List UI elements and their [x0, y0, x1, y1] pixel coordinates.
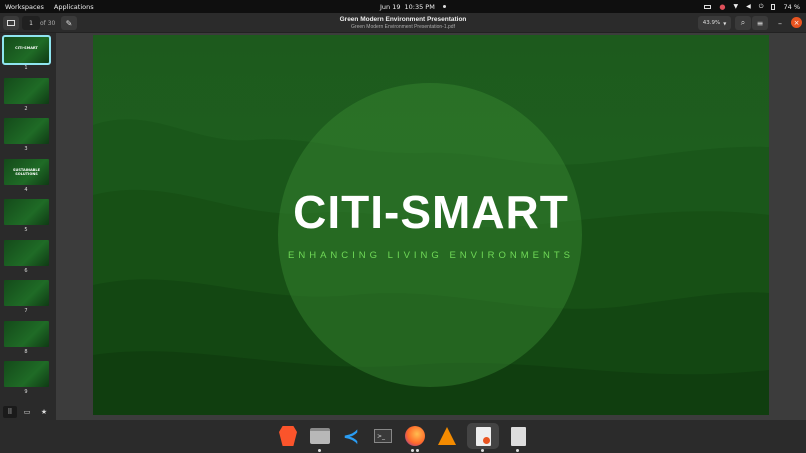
notification-dot-icon	[442, 5, 446, 8]
hamburger-icon: ≡	[756, 18, 764, 28]
firefox-icon	[405, 426, 425, 446]
system-top-bar: Workspaces Applications Jun 19 10:35 PM …	[0, 0, 806, 13]
text-document-icon	[510, 426, 526, 446]
page-thumbnail[interactable]	[4, 320, 49, 347]
power-icon[interactable]: ⏻	[759, 3, 764, 11]
dock-brave[interactable]	[275, 423, 301, 449]
thumbnail-image	[4, 361, 49, 387]
page-thumbnail[interactable]	[4, 199, 49, 225]
thumbnail-page-number: 4	[24, 186, 28, 193]
thumbnail-page-number: 1	[24, 65, 28, 71]
thumbnail-page-number: 6	[24, 267, 28, 274]
recording-icon[interactable]: ●	[719, 3, 725, 11]
slide-page: CITI-SMART ENHANCING LIVING ENVIRONMENTS	[93, 35, 769, 415]
page-thumbnail[interactable]	[4, 239, 49, 266]
thumbnail-image	[4, 320, 49, 347]
minimize-icon: –	[778, 18, 782, 28]
thumbnail-page-number: 3	[24, 146, 28, 152]
running-indicator	[416, 449, 419, 452]
thumbnail-image	[4, 37, 49, 63]
files-icon	[310, 428, 330, 444]
thumbnail-label: SUSTAINABLE SOLUTIONS	[13, 167, 40, 176]
battery-percent: 74 %	[783, 2, 800, 11]
thumbnail-page-number: 2	[24, 105, 28, 112]
close-icon: ×	[793, 18, 800, 27]
page-thumbnail[interactable]	[4, 361, 49, 387]
document-viewer-icon	[475, 426, 491, 446]
page-thumbnail[interactable]: SUSTAINABLE SOLUTIONS	[4, 158, 49, 185]
running-indicator	[411, 449, 414, 452]
dock: ≺ >_	[0, 420, 806, 453]
workspaces-button[interactable]: Workspaces	[5, 3, 44, 11]
time-label: 10:35 PM	[404, 2, 435, 11]
thumbnail-page-number: 9	[24, 389, 28, 395]
brave-browser-icon	[279, 426, 297, 446]
page-thumbnail[interactable]: CITI-SMART	[2, 35, 51, 65]
thumbnail-image	[4, 199, 49, 225]
page-thumbnail[interactable]	[4, 118, 49, 144]
battery-icon[interactable]	[771, 3, 776, 10]
search-icon: ⌕	[740, 18, 746, 27]
running-indicator	[318, 449, 321, 452]
dock-document-viewer[interactable]	[467, 423, 499, 449]
thumbnail-image	[4, 280, 49, 306]
volume-icon[interactable]: ◀	[746, 3, 751, 10]
bookmarks-view-icon[interactable]: ★	[37, 406, 51, 418]
running-indicator	[481, 449, 484, 452]
dock-vscode[interactable]: ≺	[338, 423, 364, 449]
page-thumbnail[interactable]	[4, 77, 49, 104]
sidebar-mode-switcher: ⠿ ▭ ★	[0, 404, 56, 420]
outline-view-icon[interactable]: ▭	[20, 406, 34, 418]
zoom-dropdown[interactable]: 43.9% ▼	[698, 16, 731, 30]
thumbnails-view-icon[interactable]: ⠿	[3, 406, 17, 418]
thumbnail-sidebar[interactable]: CITI-SMART 1 2 3 SUSTAINABLE SOLUTIONS 4 5 6 7 8 9	[0, 33, 56, 420]
thumbnail-image	[4, 118, 49, 144]
slide-title: CITI-SMART	[293, 186, 569, 238]
screen-icon[interactable]	[704, 4, 712, 9]
minimize-button[interactable]: –	[772, 16, 788, 30]
search-button[interactable]: ⌕	[735, 16, 751, 30]
dock-firefox[interactable]	[402, 423, 428, 449]
page-thumbnail[interactable]	[4, 280, 49, 306]
running-indicator	[516, 449, 519, 452]
menu-button[interactable]: ≡	[752, 16, 768, 30]
chevron-down-icon: ▼	[723, 20, 727, 26]
thumbnail-image	[4, 239, 49, 266]
vlc-icon	[438, 427, 456, 445]
thumbnail-page-number: 8	[24, 348, 28, 355]
dock-text-editor[interactable]	[505, 423, 531, 449]
applications-menu[interactable]: Applications	[54, 3, 94, 11]
date-label: Jun 19	[380, 2, 401, 11]
app-header-bar: 1 of 30 ✎ Green Modern Environment Prese…	[0, 13, 806, 33]
thumbnail-image	[4, 77, 49, 104]
thumbnail-label: CITI-SMART	[15, 46, 38, 50]
dock-files[interactable]	[307, 423, 333, 449]
thumbnail-page-number: 5	[24, 227, 28, 233]
thumbnail-page-number: 7	[24, 308, 28, 314]
zoom-value: 43.9%	[702, 20, 721, 26]
document-view[interactable]: CITI-SMART ENHANCING LIVING ENVIRONMENTS	[56, 33, 806, 420]
terminal-icon: >_	[374, 429, 392, 443]
document-title: Green Modern Environment Presentation	[339, 16, 467, 23]
dock-terminal[interactable]: >_	[370, 423, 396, 449]
clock[interactable]: Jun 19 10:35 PM	[380, 3, 446, 11]
vscode-icon: ≺	[342, 424, 360, 448]
wifi-icon[interactable]: ▼	[733, 3, 738, 10]
close-button[interactable]: ×	[791, 17, 802, 28]
document-filename: Green Modern Environment Presentation-1.…	[351, 24, 455, 30]
slide-tagline: ENHANCING LIVING ENVIRONMENTS	[288, 250, 574, 261]
dock-vlc[interactable]	[434, 423, 460, 449]
